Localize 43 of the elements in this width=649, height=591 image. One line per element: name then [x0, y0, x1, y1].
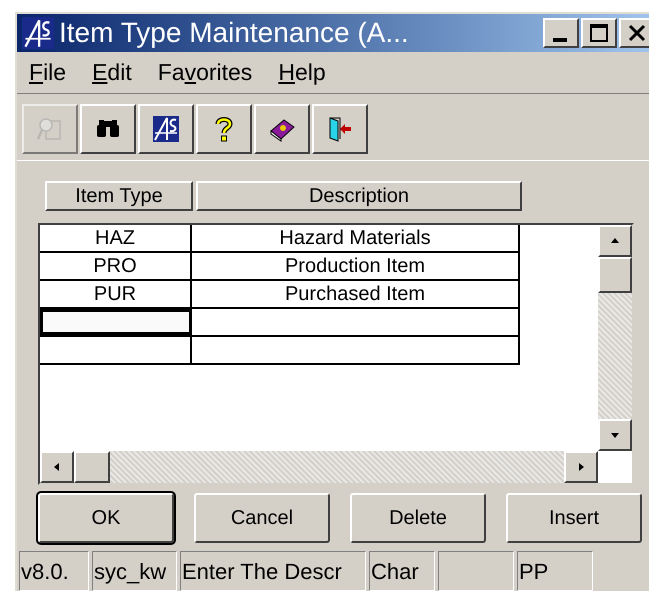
table-cell: Purchased Item [192, 281, 520, 307]
dialog-button[interactable]: Cancel [194, 493, 330, 543]
scroll-right-button[interactable] [564, 451, 598, 483]
vertical-scrollbar[interactable] [598, 225, 632, 451]
table-cell: Production Item [192, 253, 520, 279]
column-header[interactable]: Description [196, 181, 522, 211]
scroll-thumb[interactable] [598, 257, 632, 293]
dialog-button[interactable]: Insert [506, 493, 642, 543]
scroll-down-button[interactable] [598, 419, 632, 451]
status-panel: Enter The Descr [180, 551, 366, 591]
toolbar-button[interactable] [312, 104, 368, 154]
menu-item[interactable]: Edit [92, 55, 132, 90]
table-cell: PRO [40, 253, 192, 279]
status-panel: PP [517, 551, 593, 591]
table-cell: Hazard Materials [192, 225, 520, 251]
toolbar-button[interactable] [196, 104, 252, 154]
table-cell: PUR [40, 281, 192, 307]
table-cell: HAZ [40, 225, 192, 251]
dialog-button[interactable]: Delete [350, 493, 486, 543]
logo-icon [152, 115, 180, 143]
toolbar-button[interactable] [80, 104, 136, 154]
toolbar-button[interactable] [254, 104, 310, 154]
status-panel: syc_kw [92, 551, 177, 591]
minimize-icon [553, 38, 569, 42]
toolbar-button[interactable] [138, 104, 194, 154]
menu-item[interactable]: Help [278, 55, 326, 90]
scroll-thumb[interactable] [74, 451, 110, 483]
maximize-icon [589, 23, 609, 43]
minimize-button[interactable] [543, 18, 579, 48]
menu-item[interactable]: File [29, 55, 66, 90]
dialog-button[interactable]: OK [38, 493, 174, 543]
status-panel: Char [369, 551, 435, 591]
logo-icon [21, 17, 55, 49]
maximize-button[interactable] [581, 18, 617, 48]
column-header[interactable]: Item Type [45, 181, 193, 211]
menu-item[interactable]: Favorites [158, 55, 252, 90]
horizontal-scrollbar[interactable] [40, 451, 598, 483]
window-title: Item Type Maintenance (A... [59, 19, 409, 47]
close-button[interactable] [619, 18, 649, 48]
scroll-up-button[interactable] [598, 225, 632, 257]
close-icon [627, 23, 647, 43]
scroll-left-button[interactable] [40, 451, 74, 483]
status-panel: v8.0. [19, 551, 89, 591]
